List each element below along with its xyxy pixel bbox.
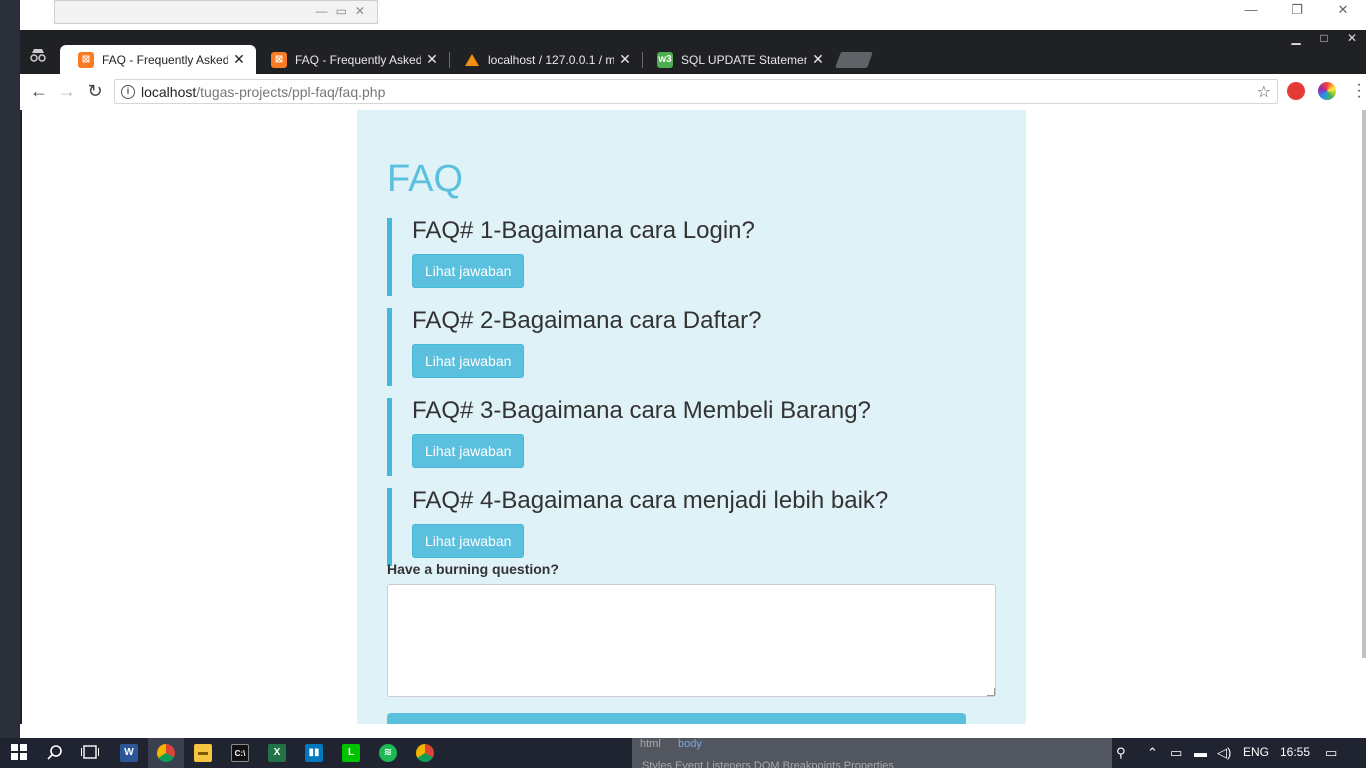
outer-window-controls: — ❐ ✕ <box>1206 0 1366 22</box>
command-prompt-icon[interactable]: C:\ <box>231 744 249 762</box>
address-path: /tugas-projects/ppl-faq/faq.php <box>196 83 386 100</box>
spotify-icon[interactable]: ≋ <box>379 744 397 762</box>
language-indicator[interactable]: ENG <box>1243 745 1269 759</box>
file-explorer-icon[interactable]: ▬ <box>194 744 212 762</box>
resize-handle-icon[interactable] <box>987 688 995 696</box>
chrome-icon[interactable] <box>416 744 434 762</box>
clock[interactable]: 16:55 <box>1280 745 1310 759</box>
show-answer-button[interactable]: Lihat jawaban <box>412 434 525 468</box>
back-arrow-icon[interactable]: ← <box>28 81 50 103</box>
faq-item: FAQ# 1-Bagaimana cara Login? Lihat jawab… <box>387 218 997 296</box>
search-icon[interactable] <box>46 744 64 762</box>
faq-container: FAQ FAQ# 1-Bagaimana cara Login? Lihat j… <box>357 110 1026 724</box>
page-viewport: FAQ FAQ# 1-Bagaimana cara Login? Lihat j… <box>22 110 1366 724</box>
faq-question: FAQ# 3-Bagaimana cara Membeli Barang? <box>412 397 871 424</box>
tab-title: FAQ - Frequently Asked Q <box>102 52 228 67</box>
line-icon[interactable]: L <box>342 744 360 762</box>
page-title: FAQ <box>387 158 464 200</box>
minimize-icon[interactable]: ▁ <box>1282 30 1310 48</box>
tab-phpmyadmin[interactable]: localhost / 127.0.0.1 / ma ✕ <box>446 45 642 74</box>
faq-item: FAQ# 2-Bagaimana cara Daftar? Lihat jawa… <box>387 308 997 386</box>
word-icon[interactable]: W <box>120 744 138 762</box>
battery-icon[interactable]: ▬ <box>1194 745 1207 760</box>
reload-icon[interactable]: ↻ <box>84 81 106 103</box>
scrollbar[interactable] <box>1362 110 1366 658</box>
browser-toolbar: ← → ↻ i localhost/tugas-projects/ppl-faq… <box>20 74 1366 110</box>
phpmyadmin-icon <box>464 52 480 68</box>
address-bar[interactable]: i localhost/tugas-projects/ppl-faq/faq.p… <box>114 79 1278 104</box>
faq-question: FAQ# 4-Bagaimana cara menjadi lebih baik… <box>412 487 889 514</box>
show-answer-button[interactable]: Lihat jawaban <box>412 344 525 378</box>
close-icon[interactable]: ✕ <box>1320 0 1366 22</box>
submit-button[interactable] <box>387 713 966 724</box>
restore-icon[interactable]: ❐ <box>1274 0 1320 22</box>
close-tab-icon[interactable]: ✕ <box>232 51 246 68</box>
devtools-tabs: Styles Event Listeners DOM Breakpoints P… <box>642 760 894 768</box>
close-tab-icon[interactable]: ✕ <box>618 51 632 68</box>
task-view-icon[interactable] <box>80 744 100 762</box>
close-icon[interactable]: ✕ <box>1338 30 1366 48</box>
trello-icon[interactable]: ▮▮ <box>305 744 323 762</box>
bookmark-star-icon[interactable]: ☆ <box>1257 82 1271 102</box>
devtools-breadcrumb: body <box>678 738 702 750</box>
question-label: Have a burning question? <box>387 561 559 577</box>
network-icon[interactable]: ▭ <box>1170 745 1182 761</box>
faq-question: FAQ# 1-Bagaimana cara Login? <box>412 217 755 244</box>
browser-window: ▁ □ ✕ ⊠ FAQ - Frequently Asked Q ✕ ⊠ FAQ… <box>20 30 1366 724</box>
new-tab-button[interactable] <box>835 52 873 68</box>
xampp-icon: ⊠ <box>78 51 94 68</box>
show-answer-button[interactable]: Lihat jawaban <box>412 524 525 558</box>
forward-arrow-icon[interactable]: → <box>56 81 78 103</box>
excel-icon[interactable]: X <box>268 744 286 762</box>
faq-item: FAQ# 3-Bagaimana cara Membeli Barang? Li… <box>387 398 997 476</box>
tab-faq-1[interactable]: ⊠ FAQ - Frequently Asked Q ✕ <box>60 45 256 74</box>
tab-title: localhost / 127.0.0.1 / ma <box>488 52 614 67</box>
window-controls: ▁ □ ✕ <box>1282 30 1366 48</box>
background-window: —▭✕ <box>54 0 378 24</box>
devtools-breadcrumb: html <box>640 738 661 750</box>
tab-strip: ▁ □ ✕ ⊠ FAQ - Frequently Asked Q ✕ ⊠ FAQ… <box>20 30 1366 74</box>
volume-icon[interactable]: ◁) <box>1217 745 1231 761</box>
incognito-icon[interactable] <box>28 48 48 68</box>
question-textarea[interactable] <box>387 584 996 697</box>
show-answer-button[interactable]: Lihat jawaban <box>412 254 525 288</box>
tab-title: SQL UPDATE Statement <box>681 52 807 67</box>
w3schools-icon: w3 <box>657 51 673 68</box>
chevron-up-icon[interactable]: ⌃ <box>1147 745 1158 761</box>
faq-question: FAQ# 2-Bagaimana cara Daftar? <box>412 307 762 334</box>
close-tab-icon[interactable]: ✕ <box>811 51 825 68</box>
close-tab-icon[interactable]: ✕ <box>425 51 439 68</box>
info-icon[interactable]: i <box>121 84 135 99</box>
color-picker-extension-icon[interactable] <box>1318 82 1336 100</box>
tab-title: FAQ - Frequently Asked Q <box>295 52 421 67</box>
background-window-controls[interactable]: —▭✕ <box>316 4 373 18</box>
desktop-background <box>0 0 20 738</box>
address-host: localhost <box>141 83 197 100</box>
tab-w3schools[interactable]: w3 SQL UPDATE Statement ✕ <box>639 45 835 74</box>
faq-item: FAQ# 4-Bagaimana cara menjadi lebih baik… <box>387 488 997 566</box>
chrome-icon[interactable] <box>157 744 175 762</box>
windows-start-icon[interactable] <box>10 744 28 762</box>
people-icon[interactable]: ⚲ <box>1116 745 1126 761</box>
ublock-extension-icon[interactable] <box>1287 82 1305 100</box>
notifications-icon[interactable]: ▭ <box>1325 745 1337 761</box>
maximize-icon[interactable]: □ <box>1310 30 1338 48</box>
tab-faq-2[interactable]: ⊠ FAQ - Frequently Asked Q ✕ <box>253 45 449 74</box>
menu-icon[interactable]: · · · <box>1356 77 1362 105</box>
minimize-icon[interactable]: — <box>1228 0 1274 22</box>
taskbar: W ▬ C:\ X ▮▮ L ≋ html body Styles Event … <box>0 738 1366 768</box>
xampp-icon: ⊠ <box>271 51 287 68</box>
